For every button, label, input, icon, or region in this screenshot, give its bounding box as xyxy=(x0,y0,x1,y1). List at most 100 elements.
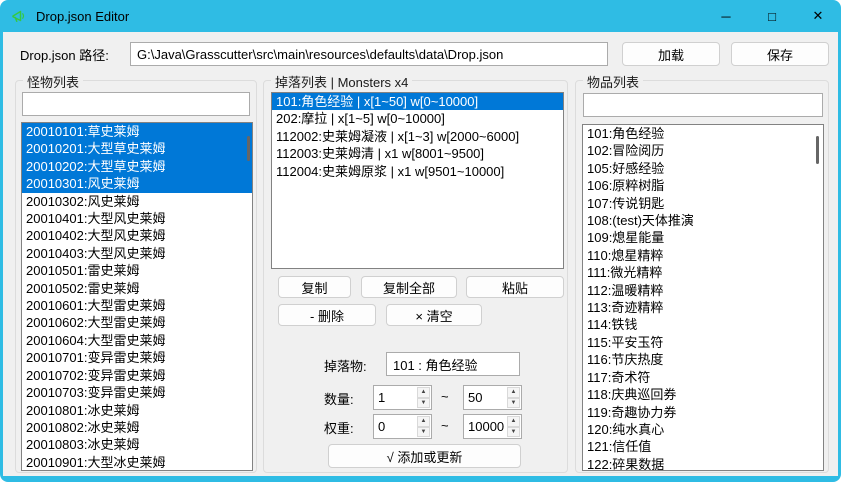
item-search-input[interactable] xyxy=(583,93,823,117)
list-item[interactable]: 20010401:大型风史莱姆 xyxy=(22,210,252,227)
list-item[interactable]: 20010602:大型雷史莱姆 xyxy=(22,314,252,331)
count-max-spinner[interactable]: ▲ ▼ xyxy=(463,385,522,410)
list-item[interactable]: 114:铁钱 xyxy=(583,316,823,333)
list-item[interactable]: 121:信任值 xyxy=(583,438,823,455)
item-scrollbar-thumb[interactable] xyxy=(816,136,819,164)
spin-up-icon: ▲ xyxy=(511,389,517,395)
spin-up-icon: ▲ xyxy=(421,418,427,424)
weight-min-input[interactable] xyxy=(374,415,416,438)
weight-range-tilde: ~ xyxy=(441,418,449,433)
list-item[interactable]: 110:熄星精粹 xyxy=(583,247,823,264)
count-label: 数量: xyxy=(324,389,354,408)
list-item[interactable]: 111:微光精粹 xyxy=(583,264,823,281)
count-min-down-button[interactable]: ▼ xyxy=(417,398,430,409)
list-item[interactable]: 20010201:大型草史莱姆 xyxy=(22,140,252,157)
weight-max-input[interactable] xyxy=(464,415,506,438)
monster-search-input[interactable] xyxy=(22,92,250,116)
window-title: Drop.json Editor xyxy=(36,9,129,24)
maximize-button[interactable]: □ xyxy=(749,0,795,32)
list-item[interactable]: 112:温暖精粹 xyxy=(583,282,823,299)
list-item[interactable]: 117:奇术符 xyxy=(583,369,823,386)
path-input[interactable] xyxy=(130,42,608,66)
copy-button[interactable]: 复制 xyxy=(278,276,351,298)
monster-list[interactable]: 20010101:草史莱姆20010201:大型草史莱姆20010202:大型草… xyxy=(21,122,253,471)
titlebar[interactable]: Drop.json Editor ─ □ ✕ xyxy=(0,0,841,32)
weight-min-down-button[interactable]: ▼ xyxy=(417,427,430,438)
item-panel: 物品列表 101:角色经验102:冒险阅历105:好感经验106:原粹树脂107… xyxy=(575,80,829,473)
weight-min-spinner[interactable]: ▲ ▼ xyxy=(373,414,432,439)
maximize-icon: □ xyxy=(768,9,776,24)
list-item[interactable]: 105:好感经验 xyxy=(583,160,823,177)
delete-button[interactable]: - 删除 xyxy=(278,304,376,326)
list-item[interactable]: 120:纯水真心 xyxy=(583,421,823,438)
count-min-up-button[interactable]: ▲ xyxy=(417,387,430,398)
list-item[interactable]: 108:(test)天体推演 xyxy=(583,212,823,229)
list-item[interactable]: 101:角色经验 | x[1~50] w[0~10000] xyxy=(272,93,563,110)
list-item[interactable]: 20010403:大型风史莱姆 xyxy=(22,245,252,262)
list-item[interactable]: 20010302:风史莱姆 xyxy=(22,193,252,210)
list-item[interactable]: 20010604:大型雷史莱姆 xyxy=(22,332,252,349)
weight-label: 权重: xyxy=(324,418,354,437)
count-min-input[interactable] xyxy=(374,386,416,409)
monster-panel-title: 怪物列表 xyxy=(23,72,83,91)
weight-max-spinner[interactable]: ▲ ▼ xyxy=(463,414,522,439)
spin-down-icon: ▼ xyxy=(421,400,427,406)
load-button[interactable]: 加载 xyxy=(622,42,720,66)
list-item[interactable]: 113:奇迹精粹 xyxy=(583,299,823,316)
list-item[interactable]: 20010801:冰史莱姆 xyxy=(22,402,252,419)
list-item[interactable]: 107:传说钥匙 xyxy=(583,195,823,212)
list-item[interactable]: 112002:史莱姆凝液 | x[1~3] w[2000~6000] xyxy=(272,128,563,145)
count-max-down-button[interactable]: ▼ xyxy=(507,398,520,409)
list-item[interactable]: 115:平安玉符 xyxy=(583,334,823,351)
count-min-spinner[interactable]: ▲ ▼ xyxy=(373,385,432,410)
list-item[interactable]: 20010601:大型雷史莱姆 xyxy=(22,297,252,314)
weight-min-up-button[interactable]: ▲ xyxy=(417,416,430,427)
list-item[interactable]: 20010502:雷史莱姆 xyxy=(22,280,252,297)
list-item[interactable]: 118:庆典巡回券 xyxy=(583,386,823,403)
list-item[interactable]: 20010202:大型草史莱姆 xyxy=(22,158,252,175)
spin-down-icon: ▼ xyxy=(511,429,517,435)
list-item[interactable]: 20010702:变异雷史莱姆 xyxy=(22,367,252,384)
list-item[interactable]: 20010803:冰史莱姆 xyxy=(22,436,252,453)
list-item[interactable]: 20010501:雷史莱姆 xyxy=(22,262,252,279)
save-button[interactable]: 保存 xyxy=(731,42,829,66)
path-label: Drop.json 路径: xyxy=(20,45,109,64)
close-button[interactable]: ✕ xyxy=(795,0,841,32)
paste-button[interactable]: 粘贴 xyxy=(466,276,564,298)
count-max-input[interactable] xyxy=(464,386,506,409)
drop-item-input[interactable] xyxy=(386,352,520,376)
list-item[interactable]: 20010301:风史莱姆 xyxy=(22,175,252,192)
list-item[interactable]: 112004:史莱姆原浆 | x1 w[9501~10000] xyxy=(272,163,563,180)
close-icon: ✕ xyxy=(813,8,824,24)
list-item[interactable]: 20010703:变异雷史莱姆 xyxy=(22,384,252,401)
list-item[interactable]: 20010802:冰史莱姆 xyxy=(22,419,252,436)
spin-down-icon: ▼ xyxy=(511,400,517,406)
weight-max-up-button[interactable]: ▲ xyxy=(507,416,520,427)
weight-max-down-button[interactable]: ▼ xyxy=(507,427,520,438)
count-range-tilde: ~ xyxy=(441,389,449,404)
spin-up-icon: ▲ xyxy=(511,418,517,424)
add-update-button[interactable]: √ 添加或更新 xyxy=(328,444,521,468)
list-item[interactable]: 20010402:大型风史莱姆 xyxy=(22,227,252,244)
minimize-button[interactable]: ─ xyxy=(703,0,749,32)
list-item[interactable]: 116:节庆热度 xyxy=(583,351,823,368)
list-item[interactable]: 122:碎果数据 xyxy=(583,456,823,471)
window-content: Drop.json 路径: 加载 保存 怪物列表 20010101:草史莱姆20… xyxy=(3,32,838,476)
list-item[interactable]: 102:冒险阅历 xyxy=(583,142,823,159)
list-item[interactable]: 202:摩拉 | x[1~5] w[0~10000] xyxy=(272,110,563,127)
list-item[interactable]: 119:奇趣协力券 xyxy=(583,404,823,421)
clear-button[interactable]: × 清空 xyxy=(386,304,482,326)
monster-scrollbar-thumb[interactable] xyxy=(247,136,250,161)
list-item[interactable]: 109:熄星能量 xyxy=(583,229,823,246)
list-item[interactable]: 20010101:草史莱姆 xyxy=(22,123,252,140)
list-item[interactable]: 101:角色经验 xyxy=(583,125,823,142)
count-max-up-button[interactable]: ▲ xyxy=(507,387,520,398)
drop-list[interactable]: 101:角色经验 | x[1~50] w[0~10000]202:摩拉 | x[… xyxy=(271,92,564,269)
item-list[interactable]: 101:角色经验102:冒险阅历105:好感经验106:原粹树脂107:传说钥匙… xyxy=(582,124,824,471)
list-item[interactable]: 106:原粹树脂 xyxy=(583,177,823,194)
list-item[interactable]: 20010701:变异雷史莱姆 xyxy=(22,349,252,366)
list-item[interactable]: 112003:史莱姆清 | x1 w[8001~9500] xyxy=(272,145,563,162)
copy-all-button[interactable]: 复制全部 xyxy=(361,276,457,298)
minimize-icon: ─ xyxy=(721,9,730,24)
list-item[interactable]: 20010901:大型冰史莱姆 xyxy=(22,454,252,471)
